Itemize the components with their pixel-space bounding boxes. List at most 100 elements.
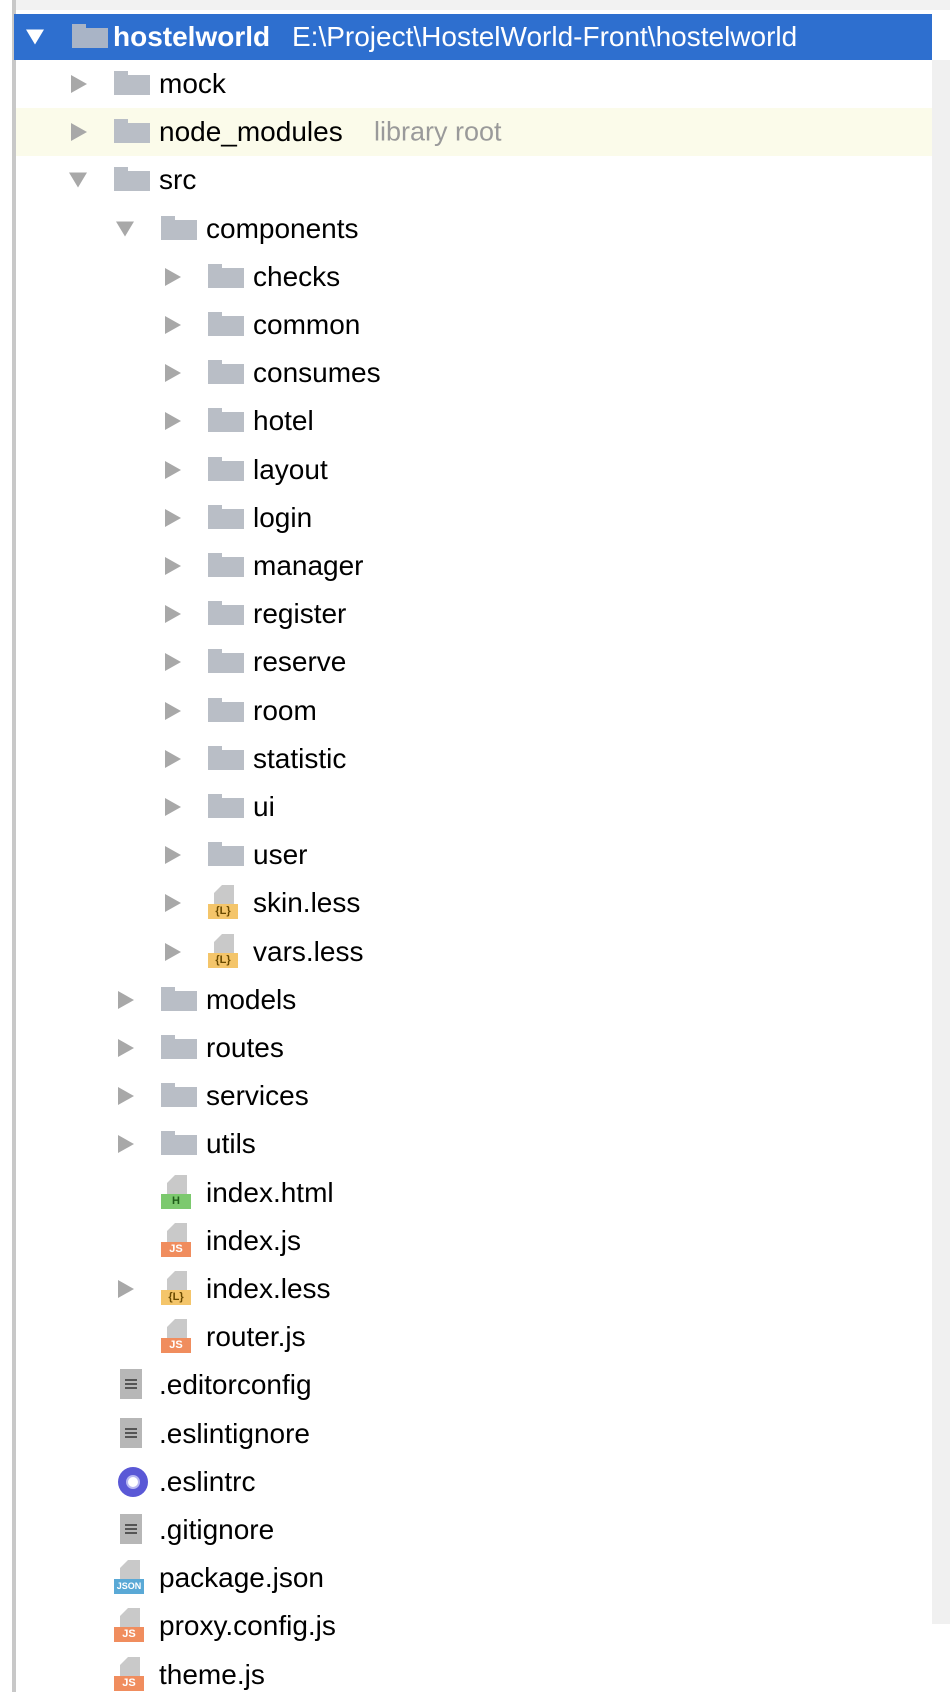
tree-item-label: .eslintignore <box>159 1417 310 1449</box>
library-root-hint: library root <box>374 116 502 147</box>
chevron-right-icon[interactable] <box>165 749 181 768</box>
folder-icon <box>161 1078 199 1114</box>
project-name: hostelworld <box>113 21 271 52</box>
tree-item-checks[interactable]: checks <box>16 253 932 301</box>
chevron-right-icon[interactable] <box>118 1280 134 1298</box>
tree-item-theme-js[interactable]: JS theme.js <box>16 1651 932 1699</box>
folder-icon <box>161 982 199 1018</box>
chevron-right-icon[interactable] <box>165 412 181 431</box>
tree-item-ui[interactable]: ui <box>16 783 932 831</box>
chevron-right-icon[interactable] <box>118 1087 134 1106</box>
tree-item-editorconfig[interactable]: .editorconfig <box>16 1361 932 1409</box>
folder-icon <box>208 307 246 343</box>
chevron-right-icon[interactable] <box>165 460 181 479</box>
tree-item-label: package.json <box>159 1562 325 1594</box>
chevron-right-icon[interactable] <box>165 653 181 672</box>
tree-item-reserve[interactable]: reserve <box>16 638 932 686</box>
tree-item-user[interactable]: user <box>16 831 932 879</box>
tree-item-hotel[interactable]: hotel <box>16 397 932 445</box>
chevron-right-icon[interactable] <box>165 267 181 286</box>
tree-item-label: login <box>253 501 313 533</box>
tree-item-layout[interactable]: layout <box>16 446 932 494</box>
tree-item-src[interactable]: src <box>16 156 932 204</box>
folder-icon <box>208 693 246 729</box>
tree-item-index-html[interactable]: Hindex.html <box>16 1169 932 1217</box>
tree-item-label: node_modules <box>159 116 343 148</box>
project-path: E:\Project\HostelWorld-Front\hostelworld <box>292 21 798 52</box>
tree-item-label: models <box>206 983 297 1015</box>
chevron-right-icon[interactable] <box>165 798 181 816</box>
tree-item-statistic[interactable]: statistic <box>16 735 932 783</box>
chevron-right-icon[interactable] <box>118 1135 134 1154</box>
chevron-right-icon[interactable] <box>165 364 181 383</box>
chevron-right-icon[interactable] <box>118 990 134 1009</box>
tree-item-label: index.js <box>206 1224 301 1256</box>
tree-item-label: mock <box>159 68 226 99</box>
tree-item-register[interactable]: register <box>16 590 932 638</box>
tree-item-index-less[interactable]: {L} index.less <box>16 1265 932 1313</box>
less-file-icon: {L} <box>208 933 246 970</box>
tree-item-consumes[interactable]: consumes <box>16 349 932 397</box>
folder-icon <box>208 403 246 439</box>
tree-item-label: consumes <box>253 357 381 389</box>
tree-item-label: services <box>206 1080 309 1112</box>
folder-icon <box>114 114 152 150</box>
tree-item-common[interactable]: common <box>16 301 932 349</box>
folder-icon <box>114 66 152 102</box>
chevron-down-icon[interactable] <box>116 221 134 237</box>
chevron-right-icon[interactable] <box>71 75 87 93</box>
tree-item-label: utils <box>206 1128 256 1160</box>
tree-item-components[interactable]: components <box>16 205 932 253</box>
tree-item-label: index.less <box>206 1273 331 1304</box>
folder-icon <box>208 644 246 680</box>
tree-item-models[interactable]: models <box>16 976 932 1024</box>
chevron-right-icon[interactable] <box>165 942 181 961</box>
tree-item-eslintignore[interactable]: .eslintignore <box>16 1410 932 1458</box>
js-file-icon: JS <box>114 1608 152 1644</box>
scrollbar-track[interactable] <box>932 60 950 1624</box>
tree-item-label: routes <box>206 1032 284 1063</box>
tree-item-label: vars.less <box>253 935 364 967</box>
tree-item-label: .eslintrc <box>159 1465 256 1497</box>
folder-icon <box>208 837 246 873</box>
chevron-right-icon[interactable] <box>71 123 87 142</box>
tree-item-label: theme.js <box>159 1658 265 1690</box>
tree-item-eslintrc[interactable]: .eslintrc <box>16 1458 932 1506</box>
chevron-right-icon[interactable] <box>165 557 181 575</box>
folder-icon <box>114 162 152 198</box>
folder-icon <box>208 452 246 488</box>
chevron-right-icon[interactable] <box>165 894 181 913</box>
tree-item-vars-less[interactable]: {L} vars.less <box>16 928 932 976</box>
tree-item-login[interactable]: login <box>16 494 932 542</box>
tree-item-label: components <box>206 212 359 244</box>
chevron-right-icon[interactable] <box>118 1039 134 1057</box>
tree-root-hostelworld[interactable]: hostelworld E:\Project\HostelWorld-Front… <box>14 14 932 60</box>
chevron-right-icon[interactable] <box>165 701 181 720</box>
chevron-right-icon[interactable] <box>165 316 181 334</box>
tree-item-label: statistic <box>253 742 347 774</box>
tree-item-label: .gitignore <box>159 1514 275 1545</box>
tree-item-label: skin.less <box>253 887 361 919</box>
tree-item-gitignore[interactable]: .gitignore <box>16 1506 932 1554</box>
folder-icon <box>208 259 246 295</box>
chevron-right-icon[interactable] <box>165 508 181 527</box>
tree-item-skin-less[interactable]: {L} skin.less <box>16 879 932 927</box>
tree-item-index-js[interactable]: JS index.js <box>16 1217 932 1265</box>
tree-item-routes[interactable]: routes <box>16 1024 932 1072</box>
chevron-right-icon[interactable] <box>165 605 181 624</box>
tree-item-package-json[interactable]: JSON package.json <box>16 1554 932 1602</box>
chevron-right-icon[interactable] <box>165 846 181 865</box>
folder-icon <box>208 355 246 391</box>
tree-item-node-modules[interactable]: node_modules library root <box>16 108 932 157</box>
tree-item-utils[interactable]: utils <box>16 1120 932 1168</box>
tree-item-mock[interactable]: mock <box>16 60 932 108</box>
chevron-down-icon[interactable] <box>26 29 44 45</box>
tree-item-router-js[interactable]: JS router.js <box>16 1313 932 1361</box>
tree-item-manager[interactable]: manager <box>16 542 932 590</box>
tree-item-label: room <box>253 694 317 726</box>
chevron-down-icon[interactable] <box>69 172 87 188</box>
tree-item-room[interactable]: room <box>16 687 932 735</box>
tree-item-proxy-config-js[interactable]: JS proxy.config.js <box>16 1602 932 1650</box>
tree-item-services[interactable]: services <box>16 1072 932 1120</box>
eslint-icon <box>114 1464 152 1500</box>
